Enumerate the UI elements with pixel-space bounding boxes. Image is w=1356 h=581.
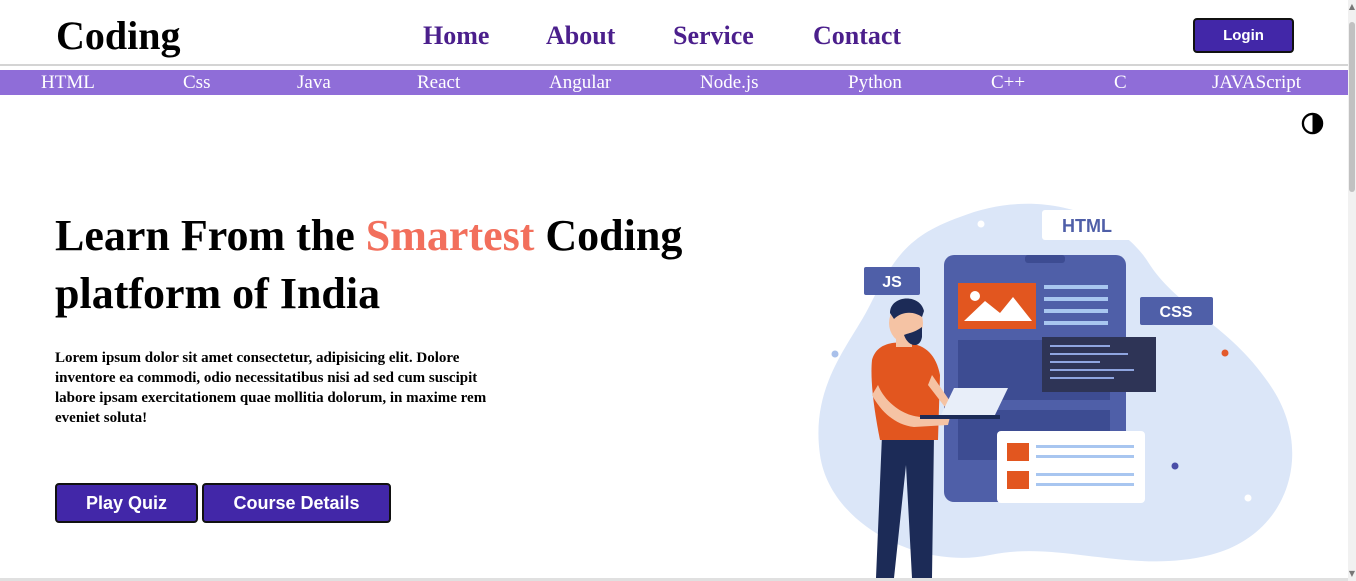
nav-home-link[interactable]: Home [423, 18, 489, 54]
main-nav: Home About Service Contact [0, 18, 1348, 54]
topic-cpp[interactable]: C++ [991, 70, 1025, 95]
course-details-button[interactable]: Course Details [202, 483, 391, 523]
hero-description: Lorem ipsum dolor sit amet consectetur, … [55, 350, 487, 426]
topic-c[interactable]: C [1114, 70, 1127, 95]
vertical-scrollbar[interactable]: ▲ ▼ [1348, 0, 1356, 581]
list-card [997, 431, 1145, 503]
hero-title: Learn From the Smartest Coding platform … [55, 211, 683, 318]
css-tag: CSS [1160, 304, 1193, 321]
site-header: Coding Home About Service Contact Login [0, 0, 1348, 66]
contrast-icon[interactable] [1301, 112, 1324, 135]
topic-java[interactable]: Java [297, 70, 331, 95]
topic-nodejs[interactable]: Node.js [700, 70, 759, 95]
topic-react[interactable]: React [417, 70, 460, 95]
topic-python[interactable]: Python [848, 70, 902, 95]
scroll-up-icon[interactable]: ▲ [1348, 2, 1356, 12]
developer-illustration: HTML JS CSS [818, 203, 1293, 578]
html-tag: HTML [1062, 216, 1112, 236]
play-quiz-button[interactable]: Play Quiz [55, 483, 198, 523]
nav-contact-link[interactable]: Contact [813, 18, 901, 54]
topic-html[interactable]: HTML [41, 70, 95, 95]
topic-javascript[interactable]: JAVAScript [1212, 70, 1301, 95]
js-tag: JS [882, 274, 902, 291]
nav-service-link[interactable]: Service [673, 18, 754, 54]
topic-angular[interactable]: Angular [549, 70, 611, 95]
topic-bar: HTML Css Java React Angular Node.js Pyth… [0, 70, 1348, 95]
topic-css[interactable]: Css [183, 70, 210, 95]
nav-about-link[interactable]: About [546, 18, 615, 54]
scroll-down-icon[interactable]: ▼ [1348, 569, 1356, 579]
scroll-thumb[interactable] [1349, 22, 1355, 192]
login-button[interactable]: Login [1193, 18, 1294, 53]
hero-title-highlight: Smartest [365, 211, 535, 260]
